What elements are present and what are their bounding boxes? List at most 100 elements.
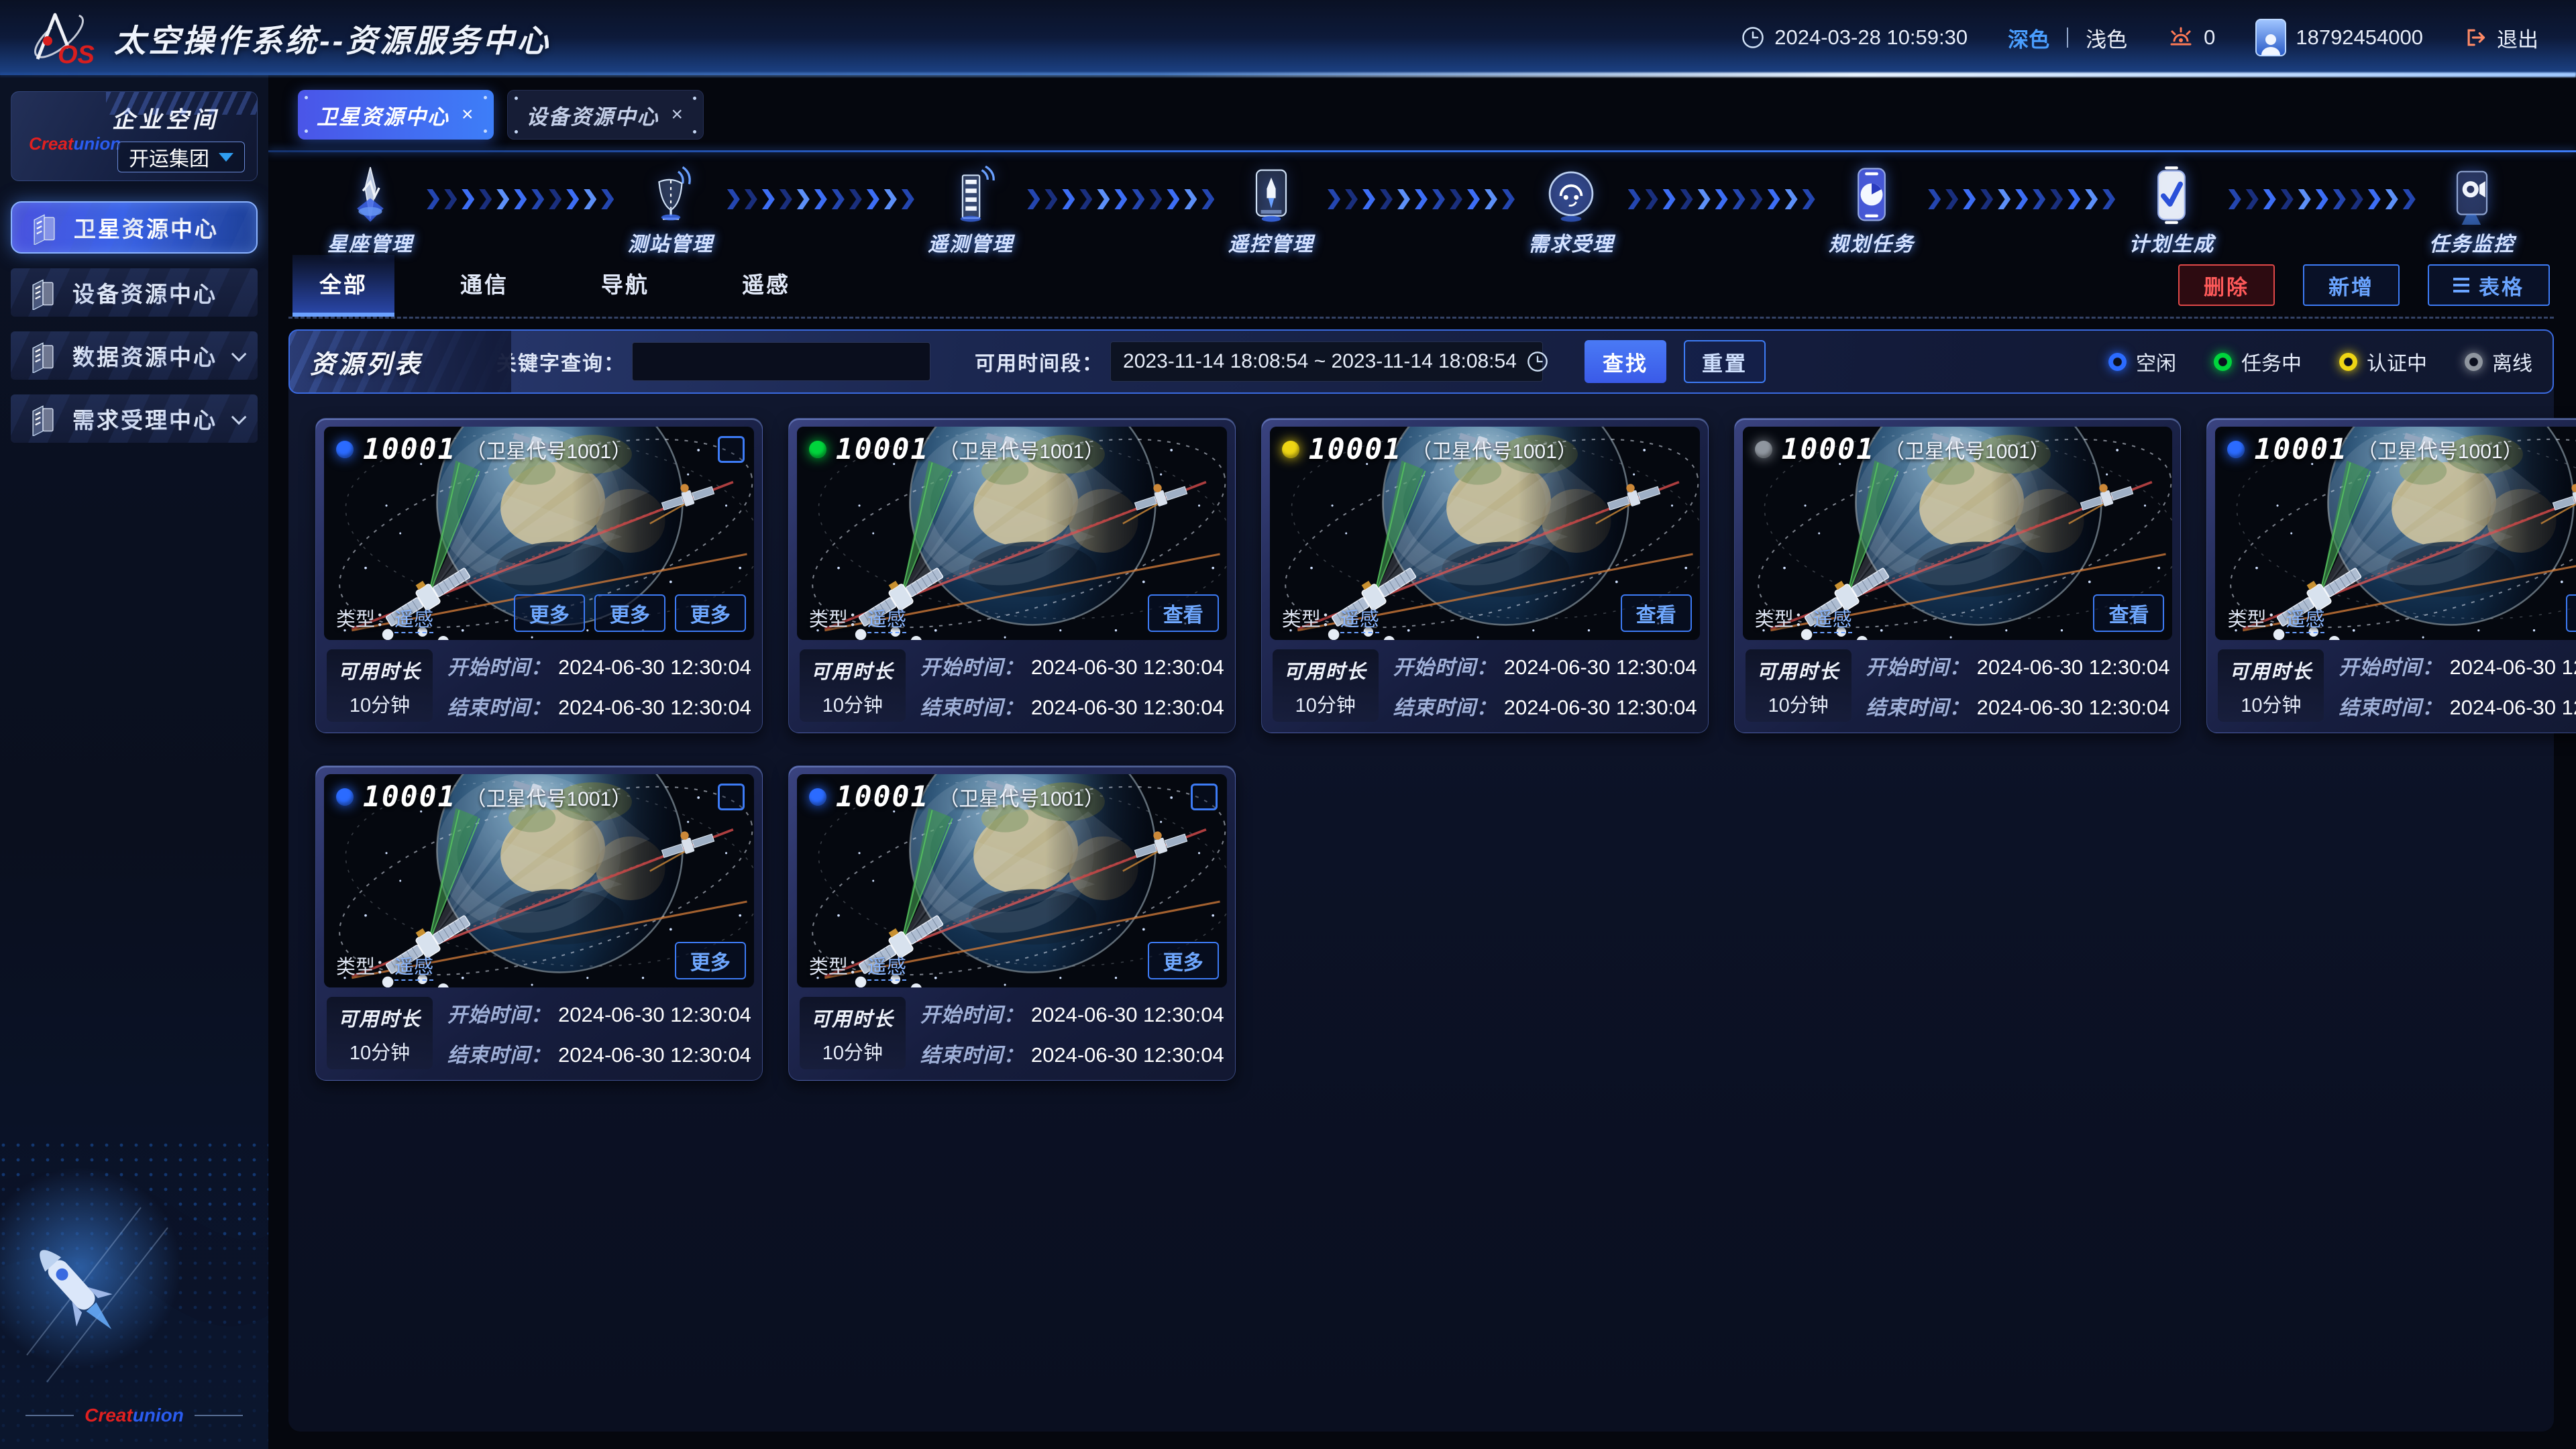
card-checkbox[interactable] bbox=[718, 784, 745, 810]
duration-chip: 可用时长 10分钟 bbox=[327, 649, 433, 722]
duration-chip: 可用时长 10分钟 bbox=[1746, 649, 1851, 722]
card-info-bar: 可用时长 10分钟 开始时间：2024-06-30 12:30:04 结束时间：… bbox=[324, 987, 754, 1072]
time-range-picker[interactable]: 2023-11-14 18:08:54 ~ 2023-11-14 18:08:5… bbox=[1110, 341, 1543, 382]
user-account[interactable]: 18792454000 bbox=[2255, 19, 2423, 56]
category-tab-通信[interactable]: 通信 bbox=[433, 255, 535, 317]
add-button[interactable]: 新增 bbox=[2303, 264, 2400, 306]
card-action-button[interactable]: 查看 bbox=[2566, 594, 2576, 632]
satellite-code: （卫星代号1001） bbox=[466, 435, 631, 464]
keyword-input[interactable] bbox=[632, 342, 930, 381]
search-button[interactable]: 查找 bbox=[1585, 340, 1666, 383]
type-value-link[interactable]: 遥感 bbox=[394, 957, 433, 981]
card-actions: 更多 bbox=[1148, 942, 1219, 979]
card-actions: 查看 bbox=[1148, 594, 1219, 632]
category-tab-遥感[interactable]: 遥感 bbox=[715, 255, 817, 317]
sidebar-item-设备资源中心[interactable]: 设备资源中心 bbox=[11, 268, 258, 317]
end-time-label: 结束时间： bbox=[1393, 691, 1497, 720]
card-action-button[interactable]: 更多 bbox=[514, 594, 585, 632]
workflow-step-计划生成[interactable]: 计划生成 bbox=[2129, 166, 2214, 257]
category-tab-全部[interactable]: 全部 bbox=[292, 255, 394, 317]
start-time-value: 2024-06-30 12:30:04 bbox=[1504, 655, 1697, 680]
page-title: 太空操作系统--资源服务中心 bbox=[114, 15, 551, 61]
card-action-button[interactable]: 更多 bbox=[1148, 942, 1219, 979]
satellite-image: 10001 （卫星代号1001） 类型：遥感 更多 bbox=[797, 774, 1227, 987]
legend-label: 空闲 bbox=[2136, 347, 2176, 376]
type-value-link[interactable]: 遥感 bbox=[2286, 609, 2324, 633]
building-icon bbox=[25, 275, 60, 310]
category-tab-导航[interactable]: 导航 bbox=[574, 255, 676, 317]
type-row: 类型：遥感 bbox=[2227, 604, 2324, 632]
type-label: 类型： bbox=[809, 957, 867, 978]
logout-button[interactable]: 退出 bbox=[2463, 23, 2538, 53]
alarm-indicator[interactable]: 0 bbox=[2167, 24, 2215, 51]
workflow-step-遥控管理[interactable]: 遥控管理 bbox=[1228, 166, 1314, 257]
card-action-button[interactable]: 更多 bbox=[675, 942, 746, 979]
end-time-label: 结束时间： bbox=[447, 691, 551, 720]
task-monitor-icon bbox=[2443, 166, 2502, 225]
legend-item: 认证中 bbox=[2339, 347, 2427, 376]
legend-label: 认证中 bbox=[2367, 347, 2427, 376]
workflow-step-需求受理[interactable]: 需求受理 bbox=[1528, 166, 1614, 257]
delete-button[interactable]: 删除 bbox=[2178, 264, 2275, 306]
start-time-label: 开始时间： bbox=[447, 998, 551, 1028]
card-action-button[interactable]: 查看 bbox=[1621, 594, 1692, 632]
card-checkbox[interactable] bbox=[718, 436, 745, 463]
sidebar-item-label: 需求受理中心 bbox=[72, 402, 217, 435]
workflow-step-星座管理[interactable]: 星座管理 bbox=[327, 166, 413, 257]
workflow-step-label: 遥控管理 bbox=[1228, 227, 1314, 257]
resource-card-grid: 10001 （卫星代号1001） 类型：遥感 更多更多更多 可用时长 10分钟 … bbox=[288, 394, 2554, 1105]
logo-os-text: OS bbox=[58, 41, 95, 69]
card-action-button[interactable]: 查看 bbox=[1148, 594, 1219, 632]
tab-close-icon[interactable]: × bbox=[462, 103, 475, 126]
workflow-step-规划任务[interactable]: 规划任务 bbox=[1829, 166, 1915, 257]
duration-chip: 可用时长 10分钟 bbox=[1273, 649, 1379, 722]
sidebar-item-数据资源中心[interactable]: 数据资源中心 bbox=[11, 331, 258, 380]
workflow-step-遥测管理[interactable]: 遥测管理 bbox=[928, 166, 1014, 257]
resource-card: 10001 （卫星代号1001） 类型：遥感 更多 可用时长 10分钟 开始时间… bbox=[788, 765, 1236, 1081]
workflow-step-label: 测站管理 bbox=[628, 227, 714, 257]
header-datetime: 2024-03-28 10:59:30 bbox=[1741, 25, 1968, 50]
workflow-step-label: 任务监控 bbox=[2429, 227, 2515, 257]
type-value-link[interactable]: 遥感 bbox=[1813, 609, 1852, 633]
resource-card: 10001 （卫星代号1001） 类型：遥感 更多更多更多 可用时长 10分钟 … bbox=[315, 418, 763, 733]
theme-light-option[interactable]: 浅色 bbox=[2086, 23, 2127, 53]
sidebar-decoration bbox=[0, 979, 268, 1449]
card-action-button[interactable]: 更多 bbox=[594, 594, 665, 632]
reset-button[interactable]: 重置 bbox=[1684, 340, 1766, 383]
resource-panel-header: 资源列表 关键字查询： 可用时间段： 2023-11-14 18:08:54 ~… bbox=[288, 329, 2554, 394]
sidebar-item-需求受理中心[interactable]: 需求受理中心 bbox=[11, 394, 258, 443]
satellite-code: （卫星代号1001） bbox=[1411, 435, 1577, 464]
type-value-link[interactable]: 遥感 bbox=[394, 609, 433, 633]
org-select[interactable]: 开运集团 bbox=[117, 142, 245, 172]
satellite-image: 10001 （卫星代号1001） 类型：遥感 更多 bbox=[324, 774, 754, 987]
satellite-image: 10001 （卫星代号1001） 类型：遥感 查看 bbox=[2215, 427, 2576, 640]
workflow-step-任务监控[interactable]: 任务监控 bbox=[2429, 166, 2515, 257]
card-actions: 更多更多更多 bbox=[514, 594, 746, 632]
status-dot bbox=[336, 788, 354, 806]
type-label: 类型： bbox=[809, 609, 867, 631]
page-tab[interactable]: 卫星资源中心 × bbox=[298, 90, 494, 140]
status-dot-icon bbox=[2339, 353, 2357, 371]
sidebar-item-卫星资源中心[interactable]: 卫星资源中心 bbox=[11, 201, 258, 254]
table-view-button[interactable]: 表格 bbox=[2428, 264, 2550, 306]
satellite-code: （卫星代号1001） bbox=[1884, 435, 2050, 464]
org-select-value: 开运集团 bbox=[129, 142, 209, 172]
type-value-link[interactable]: 遥感 bbox=[867, 957, 906, 981]
tab-corner-dots bbox=[305, 96, 308, 99]
tab-close-icon[interactable]: × bbox=[672, 103, 685, 126]
satellite-id: 10001 bbox=[363, 435, 456, 464]
card-actions: 查看 bbox=[1621, 594, 1692, 632]
type-value-link[interactable]: 遥感 bbox=[1340, 609, 1379, 633]
page-tab[interactable]: 设备资源中心 × bbox=[507, 90, 704, 140]
card-action-button[interactable]: 查看 bbox=[2093, 594, 2164, 632]
duration-value: 10分钟 bbox=[1273, 690, 1379, 718]
card-checkbox[interactable] bbox=[1191, 784, 1218, 810]
start-time-value: 2024-06-30 12:30:04 bbox=[1031, 1003, 1224, 1027]
card-action-button[interactable]: 更多 bbox=[675, 594, 746, 632]
theme-dark-option[interactable]: 深色 bbox=[2008, 23, 2049, 53]
workflow-step-测站管理[interactable]: 测站管理 bbox=[628, 166, 714, 257]
satellite-code: （卫星代号1001） bbox=[2357, 435, 2523, 464]
filter-row: 全部通信导航遥感 删除 新增 表格 bbox=[288, 257, 2554, 319]
type-value-link[interactable]: 遥感 bbox=[867, 609, 906, 633]
duration-chip: 可用时长 10分钟 bbox=[800, 649, 906, 722]
